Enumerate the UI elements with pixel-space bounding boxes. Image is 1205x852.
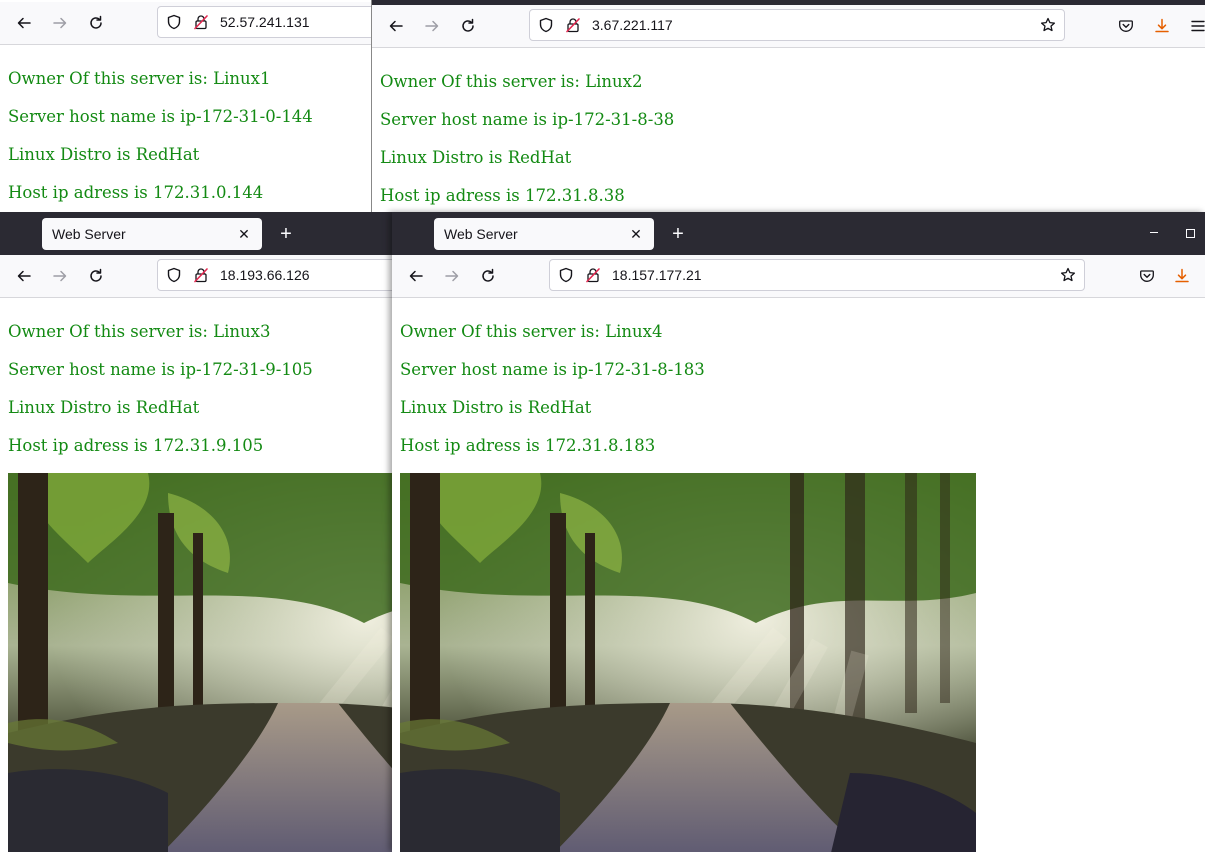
owner-text: Owner Of this server is: Linux4 — [400, 322, 663, 341]
page-content: Owner Of this server is: Linux4 Server h… — [392, 298, 1205, 852]
plus-icon[interactable]: + — [664, 220, 692, 248]
url-text[interactable]: 52.57.241.131 — [220, 7, 310, 37]
browser-window-4: Web Server ✕ + 18.157.177.21 Owner Of th… — [392, 212, 1205, 852]
owner-text: Owner Of this server is: Linux3 — [8, 322, 271, 341]
hamburger-icon[interactable] — [1184, 12, 1205, 40]
reload-icon[interactable] — [82, 9, 110, 37]
page-content: Owner Of this server is: Linux1 Server h… — [0, 45, 372, 215]
page-content: Owner Of this server is: Linux2 Server h… — [372, 48, 1205, 215]
forest-path-photo — [400, 473, 976, 852]
host-ip-text: Host ip adress is 172.31.8.183 — [400, 436, 656, 455]
download-icon[interactable] — [1168, 262, 1196, 290]
owner-text: Owner Of this server is: Linux2 — [380, 72, 643, 91]
reload-icon[interactable] — [454, 12, 482, 40]
shield-icon[interactable] — [558, 267, 574, 283]
url-bar[interactable]: 3.67.221.117 — [529, 9, 1065, 41]
tab-strip: Web Server ✕ + — [392, 212, 1205, 255]
distro-text: Linux Distro is RedHat — [400, 398, 592, 417]
tab-web-server[interactable]: Web Server ✕ — [434, 218, 654, 250]
pocket-icon[interactable] — [1112, 12, 1140, 40]
star-icon[interactable] — [1040, 17, 1056, 33]
shield-icon[interactable] — [166, 267, 182, 283]
hostname-text: Server host name is ip-172-31-0-144 — [8, 107, 313, 126]
url-bar[interactable]: 18.157.177.21 — [549, 259, 1085, 291]
navigation-toolbar: 18.193.66.126 — [0, 255, 392, 298]
shield-icon[interactable] — [538, 17, 554, 33]
arrow-left-icon[interactable] — [402, 262, 430, 290]
host-ip-text: Host ip adress is 172.31.8.38 — [380, 186, 625, 205]
browser-window-2: 3.67.221.117 Owner Of this server is: Li… — [371, 0, 1205, 215]
tab-title: Web Server — [444, 226, 518, 242]
tab-strip: Web Server ✕ + — [0, 212, 392, 255]
close-icon[interactable]: ✕ — [628, 226, 644, 243]
hostname-text: Server host name is ip-172-31-8-183 — [400, 360, 705, 379]
distro-text: Linux Distro is RedHat — [380, 148, 572, 167]
arrow-right-icon[interactable] — [438, 262, 466, 290]
navigation-toolbar: 52.57.241.131 — [0, 2, 372, 45]
star-icon[interactable] — [1060, 267, 1076, 283]
pocket-icon[interactable] — [1133, 262, 1161, 290]
url-text[interactable]: 3.67.221.117 — [592, 10, 673, 40]
host-ip-text: Host ip adress is 172.31.9.105 — [8, 436, 264, 455]
arrow-right-icon[interactable] — [418, 12, 446, 40]
lock-slash-icon[interactable] — [585, 267, 601, 283]
browser-window-3: Web Server ✕ + 18.193.66.126 Owner Of th… — [0, 212, 392, 852]
forest-path-photo — [8, 473, 392, 852]
close-icon[interactable]: ✕ — [236, 226, 252, 243]
reload-icon[interactable] — [82, 262, 110, 290]
page-content: Owner Of this server is: Linux3 Server h… — [0, 298, 392, 852]
tab-web-server[interactable]: Web Server ✕ — [42, 218, 262, 250]
arrow-left-icon[interactable] — [10, 9, 38, 37]
url-bar[interactable]: 52.57.241.131 — [157, 6, 372, 38]
navigation-toolbar: 18.157.177.21 — [392, 255, 1205, 298]
minimize-icon[interactable] — [1150, 232, 1158, 233]
hostname-text: Server host name is ip-172-31-8-38 — [380, 110, 675, 129]
plus-icon[interactable]: + — [272, 220, 300, 248]
tab-title: Web Server — [52, 226, 126, 242]
owner-text: Owner Of this server is: Linux1 — [8, 69, 271, 88]
lock-slash-icon[interactable] — [193, 14, 209, 30]
shield-icon[interactable] — [166, 14, 182, 30]
distro-text: Linux Distro is RedHat — [8, 398, 200, 417]
url-text[interactable]: 18.157.177.21 — [612, 260, 702, 290]
browser-window-1: 52.57.241.131 Owner Of this server is: L… — [0, 0, 372, 215]
host-ip-text: Host ip adress is 172.31.0.144 — [8, 183, 264, 202]
maximize-icon[interactable] — [1186, 229, 1195, 238]
hostname-text: Server host name is ip-172-31-9-105 — [8, 360, 313, 379]
reload-icon[interactable] — [474, 262, 502, 290]
download-icon[interactable] — [1148, 12, 1176, 40]
arrow-right-icon[interactable] — [46, 262, 74, 290]
navigation-toolbar: 3.67.221.117 — [372, 5, 1205, 48]
url-bar[interactable]: 18.193.66.126 — [157, 259, 392, 291]
lock-slash-icon[interactable] — [565, 17, 581, 33]
distro-text: Linux Distro is RedHat — [8, 145, 200, 164]
arrow-left-icon[interactable] — [10, 262, 38, 290]
lock-slash-icon[interactable] — [193, 267, 209, 283]
arrow-right-icon[interactable] — [46, 9, 74, 37]
arrow-left-icon[interactable] — [382, 12, 410, 40]
url-text[interactable]: 18.193.66.126 — [220, 260, 310, 290]
